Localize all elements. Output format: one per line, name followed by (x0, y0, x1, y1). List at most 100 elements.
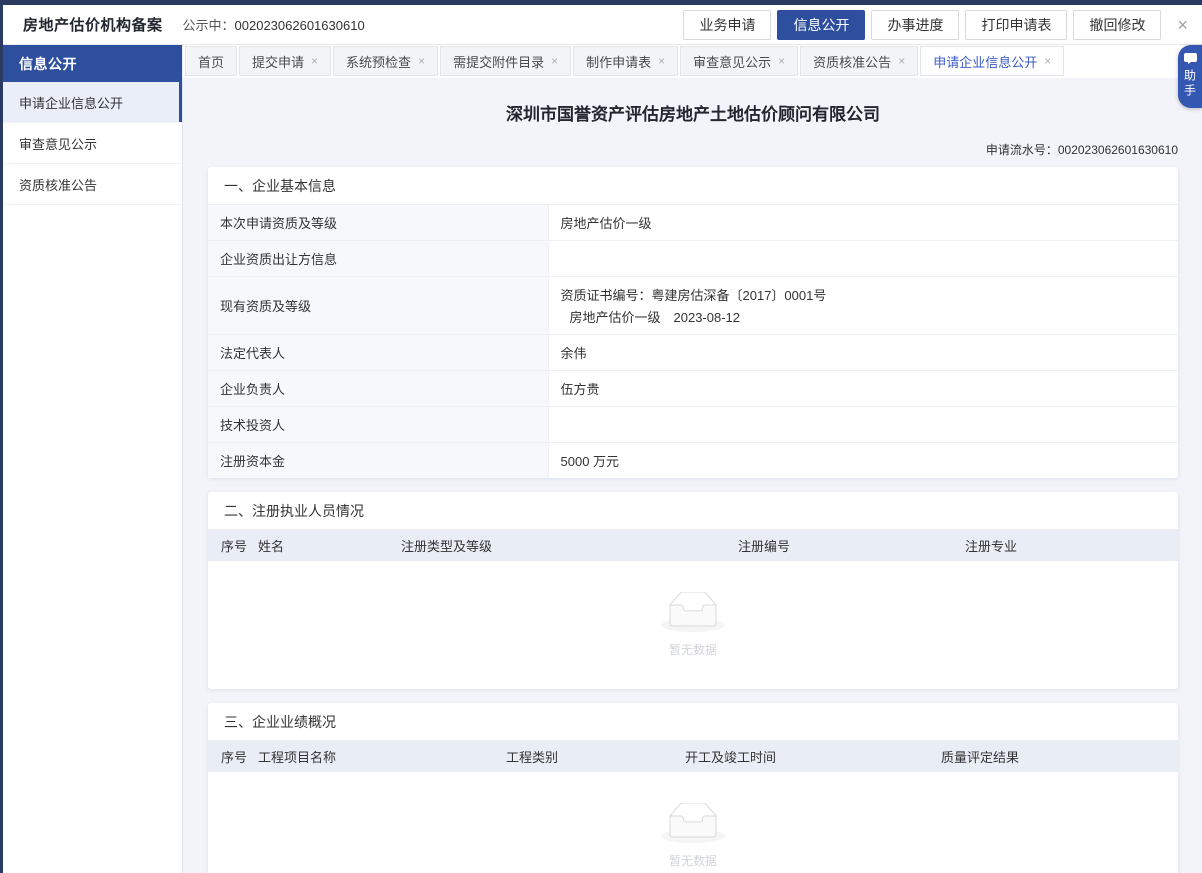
table-row: 本次申请资质及等级 房地产估价一级 (208, 205, 1178, 241)
tab-close-icon[interactable]: × (898, 55, 905, 67)
section-performance: 三、企业业绩概况 序号 工程项目名称 工程类别 开工及竣工时间 质量评定结果 (208, 703, 1178, 873)
sidebar-header: 信息公开 (3, 45, 182, 82)
section-title: 三、企业业绩概况 (208, 703, 1178, 741)
column-header: 注册编号 (738, 536, 965, 555)
tab-label: 制作申请表 (586, 52, 651, 71)
tab-attachment-catalog[interactable]: 需提交附件目录 × (440, 46, 571, 76)
tab-label: 资质核准公告 (813, 52, 891, 71)
tab-make-application-form[interactable]: 制作申请表 × (573, 46, 678, 76)
row-value: 5000 万元 (548, 443, 1178, 479)
section-title: 一、企业基本信息 (208, 167, 1178, 205)
top-bar: 房地产估价机构备案 公示中：002023062601630610 业务申请 信息… (3, 5, 1202, 45)
chat-icon (1184, 53, 1197, 64)
sidebar-item-label: 申请企业信息公开 (19, 93, 123, 112)
assistant-widget[interactable]: 助手 (1178, 45, 1202, 108)
column-header: 注册类型及等级 (401, 536, 738, 555)
column-header: 开工及竣工时间 (685, 747, 941, 766)
basic-info-table: 本次申请资质及等级 房地产估价一级 企业资质出让方信息 现有资质及等级 资质证书… (208, 205, 1178, 478)
sidebar: 信息公开 申请企业信息公开 审查意见公示 资质核准公告 (3, 45, 183, 873)
column-header: 注册专业 (965, 536, 1178, 555)
tab-submit-application[interactable]: 提交申请 × (239, 46, 331, 76)
row-label: 现有资质及等级 (208, 277, 548, 335)
column-header: 工程项目名称 (258, 747, 506, 766)
qualification-grade-line: 房地产估价一级 2023-08-12 (561, 307, 1167, 326)
empty-text: 暂无数据 (669, 852, 717, 869)
business-apply-button[interactable]: 业务申请 (683, 10, 771, 40)
row-label: 注册资本金 (208, 443, 548, 479)
performance-empty-state: 暂无数据 (208, 772, 1178, 873)
row-value: 伍方贵 (548, 371, 1178, 407)
column-header: 质量评定结果 (941, 747, 1178, 766)
topbar-button-group: 业务申请 信息公开 办事进度 打印申请表 撤回修改 × (683, 10, 1192, 40)
application-serial: 申请流水号：002023062601630610 (208, 141, 1178, 158)
tab-home[interactable]: 首页 (185, 46, 237, 76)
column-header: 序号 (221, 536, 258, 555)
tab-label: 申请企业信息公开 (933, 52, 1037, 71)
tab-close-icon[interactable]: × (658, 55, 665, 67)
tab-label: 首页 (198, 52, 224, 71)
row-label: 法定代表人 (208, 335, 548, 371)
tab-close-icon[interactable]: × (1044, 55, 1051, 67)
row-value: 资质证书编号：粤建房估深备〔2017〕0001号 房地产估价一级 2023-08… (548, 277, 1178, 335)
tab-bar: 首页 提交申请 × 系统预检查 × 需提交附件目录 × 制作申请表 × 审查意见公示 × (183, 45, 1202, 78)
serial-label: 申请流水号： (986, 143, 1058, 157)
sidebar-item-apply-company-disclosure[interactable]: 申请企业信息公开 (3, 82, 182, 123)
status-number: 002023062601630610 (235, 18, 365, 33)
row-value (548, 407, 1178, 443)
filing-window: 房地产估价机构备案 公示中：002023062601630610 业务申请 信息… (3, 5, 1202, 873)
company-title: 深圳市国誉资产评估房地产土地估价顾问有限公司 (208, 100, 1178, 125)
info-disclosure-button[interactable]: 信息公开 (777, 10, 865, 40)
column-header: 工程类别 (506, 747, 685, 766)
section-registered-staff: 二、注册执业人员情况 序号 姓名 注册类型及等级 注册编号 注册专业 (208, 492, 1178, 689)
row-label: 企业负责人 (208, 371, 548, 407)
sidebar-item-review-opinion[interactable]: 审查意见公示 (3, 123, 182, 164)
progress-button[interactable]: 办事进度 (871, 10, 959, 40)
status-label: 公示中： (183, 18, 235, 33)
tab-label: 提交申请 (252, 52, 304, 71)
tab-review-opinion[interactable]: 审查意见公示 × (680, 46, 798, 76)
app-title: 房地产估价机构备案 (23, 14, 163, 35)
tab-apply-company-disclosure[interactable]: 申请企业信息公开 × (920, 46, 1064, 76)
tab-close-icon[interactable]: × (311, 55, 318, 67)
table-row: 技术投资人 (208, 407, 1178, 443)
row-value: 房地产估价一级 (548, 205, 1178, 241)
tab-close-icon[interactable]: × (418, 55, 425, 67)
row-value: 余伟 (548, 335, 1178, 371)
table-row: 企业资质出让方信息 (208, 241, 1178, 277)
row-label: 企业资质出让方信息 (208, 241, 548, 277)
tab-label: 需提交附件目录 (453, 52, 544, 71)
empty-inbox-icon (661, 803, 725, 844)
section-title: 二、注册执业人员情况 (208, 492, 1178, 530)
table-row: 现有资质及等级 资质证书编号：粤建房估深备〔2017〕0001号 房地产估价一级… (208, 277, 1178, 335)
tab-system-precheck[interactable]: 系统预检查 × (333, 46, 438, 76)
performance-table-header: 序号 工程项目名称 工程类别 开工及竣工时间 质量评定结果 (208, 741, 1178, 772)
print-application-button[interactable]: 打印申请表 (965, 10, 1067, 40)
row-label: 本次申请资质及等级 (208, 205, 548, 241)
staff-table-header: 序号 姓名 注册类型及等级 注册编号 注册专业 (208, 530, 1178, 561)
withdraw-modify-button[interactable]: 撤回修改 (1073, 10, 1161, 40)
tab-close-icon[interactable]: × (778, 55, 785, 67)
tab-approval-notice[interactable]: 资质核准公告 × (800, 46, 918, 76)
publicity-status: 公示中：002023062601630610 (183, 15, 365, 34)
row-value (548, 241, 1178, 277)
sidebar-item-label: 资质核准公告 (19, 175, 97, 194)
serial-number: 002023062601630610 (1058, 143, 1178, 157)
sidebar-item-label: 审查意见公示 (19, 134, 97, 153)
tab-label: 审查意见公示 (693, 52, 771, 71)
tab-label: 系统预检查 (346, 52, 411, 71)
main-content[interactable]: 深圳市国誉资产评估房地产土地估价顾问有限公司 申请流水号：00202306260… (183, 78, 1202, 873)
column-header: 序号 (221, 747, 258, 766)
table-row: 法定代表人 余伟 (208, 335, 1178, 371)
assistant-label: 助手 (1182, 69, 1199, 99)
empty-inbox-icon (661, 592, 725, 633)
table-row: 企业负责人 伍方贵 (208, 371, 1178, 407)
close-icon[interactable]: × (1177, 16, 1188, 34)
empty-text: 暂无数据 (669, 641, 717, 658)
table-row: 注册资本金 5000 万元 (208, 443, 1178, 479)
certificate-number-line: 资质证书编号：粤建房估深备〔2017〕0001号 (561, 285, 1167, 304)
sidebar-item-approval-notice[interactable]: 资质核准公告 (3, 164, 182, 205)
row-label: 技术投资人 (208, 407, 548, 443)
column-header: 姓名 (258, 536, 401, 555)
tab-close-icon[interactable]: × (551, 55, 558, 67)
section-basic-info: 一、企业基本信息 本次申请资质及等级 房地产估价一级 企业资质出让方信息 现有资… (208, 167, 1178, 478)
